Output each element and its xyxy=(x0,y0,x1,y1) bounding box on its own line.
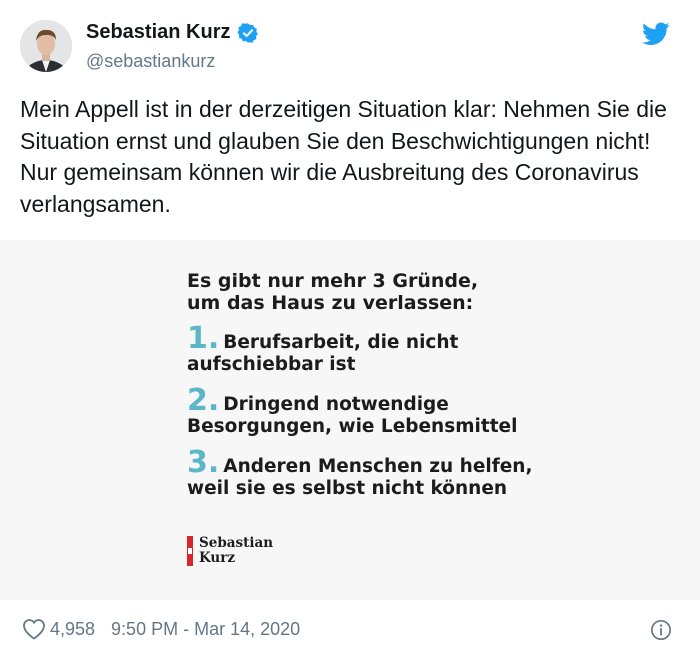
tweet-card: Sebastian Kurz @sebastiankurz Mein Appel… xyxy=(0,0,700,666)
reason-line-1: Anderen Menschen zu helfen, xyxy=(223,456,533,477)
headline-line-2: um das Haus zu verlassen: xyxy=(187,292,474,314)
signature-text: Sebastian Kurz xyxy=(199,536,273,566)
reason-item-1: 1. Berufsarbeit, die nicht aufschiebbar i… xyxy=(187,324,567,376)
image-content: Es gibt nur mehr 3 Gründe, um das Haus z… xyxy=(187,270,567,500)
tweet-image[interactable]: Es gibt nur mehr 3 Gründe, um das Haus z… xyxy=(0,240,700,600)
info-icon[interactable] xyxy=(650,619,672,641)
tweet-footer: 4,958 9:50 PM - Mar 14, 2020 xyxy=(22,618,300,640)
reason-line-2: Besorgungen, wie Lebensmittel xyxy=(187,416,518,437)
image-headline: Es gibt nur mehr 3 Gründe, um das Haus z… xyxy=(187,270,567,314)
reason-number: 2. xyxy=(187,383,220,418)
twitter-bird-icon[interactable] xyxy=(642,22,670,46)
reason-item-3: 3. Anderen Menschen zu helfen, weil sie e… xyxy=(187,448,567,500)
heart-icon[interactable] xyxy=(22,618,46,640)
reason-number: 3. xyxy=(187,445,220,480)
avatar-portrait xyxy=(20,20,72,72)
avatar[interactable] xyxy=(20,20,72,72)
like-count[interactable]: 4,958 xyxy=(50,619,95,640)
author-handle[interactable]: @sebastiankurz xyxy=(86,51,215,72)
author-name[interactable]: Sebastian Kurz xyxy=(86,21,230,44)
verified-badge-icon xyxy=(237,22,259,43)
austrian-flag-bar xyxy=(187,536,193,566)
signature-logo: Sebastian Kurz xyxy=(187,536,273,566)
author-row: Sebastian Kurz xyxy=(86,21,259,44)
signature-line-2: Kurz xyxy=(199,550,236,566)
reason-line-1: Dringend notwendige xyxy=(223,394,449,415)
reason-line-1: Berufsarbeit, die nicht xyxy=(223,332,459,353)
reason-number: 1. xyxy=(187,321,220,356)
signature-line-1: Sebastian xyxy=(199,535,274,551)
tweet-text: Mein Appell ist in der derzeitigen Situa… xyxy=(20,96,667,217)
headline-line-1: Es gibt nur mehr 3 Gründe, xyxy=(187,270,479,292)
tweet-timestamp[interactable]: 9:50 PM - Mar 14, 2020 xyxy=(111,619,300,640)
reason-line-2: aufschiebbar ist xyxy=(187,354,356,375)
reason-item-2: 2. Dringend notwendige Besorgungen, wie L… xyxy=(187,386,567,438)
reason-line-2: weil sie es selbst nicht können xyxy=(187,478,508,499)
